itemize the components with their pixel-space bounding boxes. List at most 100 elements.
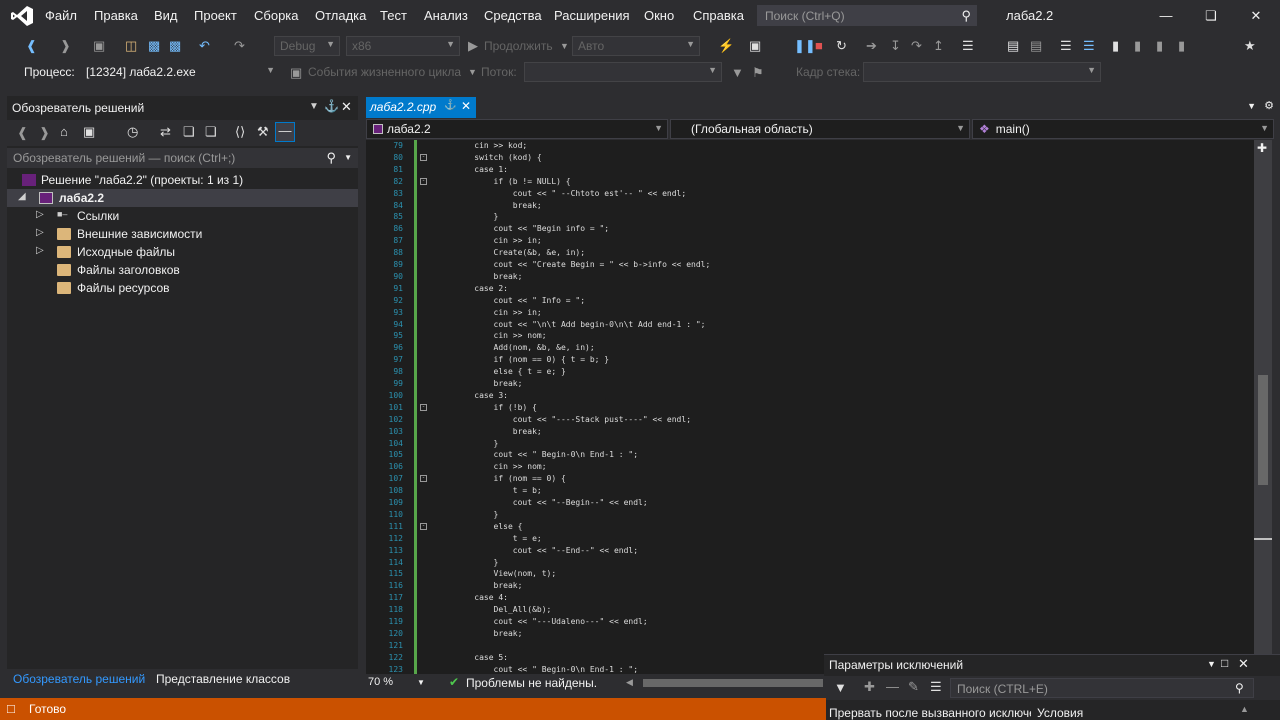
code-text[interactable]: cout << "--End--" << endl; (455, 545, 638, 557)
code-line[interactable]: 107 if (nom == 0) { (366, 473, 1254, 485)
code-line[interactable]: 114 } (366, 557, 1254, 569)
panel-menu-icon[interactable]: ▼ (1207, 659, 1216, 669)
restore-defaults-icon[interactable]: ☰ (930, 679, 942, 695)
code-text[interactable]: cin >> kod; (455, 140, 527, 152)
code-line[interactable]: 91 case 2: (366, 283, 1254, 295)
file-tab-active[interactable]: лаба2.2.cpp ⚓ ✕ (366, 97, 476, 118)
code-line[interactable]: 90 break; (366, 271, 1254, 283)
auto-select[interactable]: Авто ▼ (572, 36, 700, 56)
issues-status[interactable]: Проблемы не найдены. (466, 676, 597, 690)
chevron-down-icon[interactable]: ▼ (417, 678, 425, 687)
code-line[interactable]: 117 case 4: (366, 592, 1254, 604)
tab-close-icon[interactable]: ✕ (461, 99, 471, 113)
new-project-icon[interactable]: ▣ (93, 38, 105, 54)
code-text[interactable]: break; (455, 200, 542, 212)
code-text[interactable]: if (b != NULL) { (455, 176, 571, 188)
maximize-icon[interactable]: □ (1221, 656, 1228, 670)
menu-file[interactable]: Файл (45, 8, 77, 23)
configuration-select[interactable]: Debug ▼ (274, 36, 340, 56)
code-line[interactable]: 95 cin >> nom; (366, 330, 1254, 342)
tab-solution-explorer[interactable]: Обозреватель решений (13, 672, 145, 686)
code-text[interactable]: } (455, 438, 499, 450)
close-icon[interactable]: ✕ (1246, 8, 1266, 24)
tree-header-files[interactable]: Файлы заголовков (7, 261, 358, 279)
restart-icon[interactable]: ↻ (836, 38, 847, 54)
code-text[interactable]: } (455, 211, 499, 223)
menu-build[interactable]: Сборка (254, 8, 299, 23)
code-line[interactable]: 119 cout << "---Udaleno---" << endl; (366, 616, 1254, 628)
code-text[interactable]: case 2: (455, 283, 508, 295)
code-line[interactable]: 93 cin >> in; (366, 307, 1254, 319)
tree-project[interactable]: ◢ лаба2.2 (7, 189, 358, 207)
code-text[interactable]: cout << "---Udaleno---" << endl; (455, 616, 648, 628)
code-text[interactable]: } (455, 509, 499, 521)
project-nav-select[interactable]: лаба2.2 ▼ (366, 119, 668, 139)
menu-analyze[interactable]: Анализ (424, 8, 468, 23)
lifecycle-events-button[interactable]: События жизненного цикла (308, 65, 461, 79)
chevron-down-icon[interactable]: ▼ (344, 153, 352, 162)
code-line[interactable]: 102 cout << "----Stack pust----" << endl… (366, 414, 1254, 426)
code-line[interactable]: 108 t = b; (366, 485, 1254, 497)
vertical-scrollbar-thumb[interactable] (1258, 375, 1268, 485)
code-line[interactable]: 105 cout << " Begin-0\n End-1 : "; (366, 449, 1254, 461)
add-icon[interactable]: ✚ (864, 679, 875, 695)
code-text[interactable]: cout << " Begin-0\n End-1 : "; (455, 449, 639, 461)
code-text[interactable]: case 3: (455, 390, 508, 402)
code-line[interactable]: 82 if (b != NULL) { (366, 176, 1254, 188)
undo-icon[interactable]: ↶ (199, 38, 210, 54)
code-line[interactable]: 116 break; (366, 580, 1254, 592)
code-text[interactable]: if (nom == 0) { t = b; } (455, 354, 610, 366)
code-line[interactable]: 115 View(nom, t); (366, 568, 1254, 580)
code-text[interactable]: cout << " Begin-0\n End-1 : "; (455, 664, 639, 674)
code-text[interactable]: t = b; (455, 485, 542, 497)
code-line[interactable]: 110 } (366, 509, 1254, 521)
menu-project[interactable]: Проект (194, 8, 237, 23)
code-text[interactable]: break; (455, 378, 523, 390)
code-text[interactable]: switch (kod) { (455, 152, 541, 164)
code-line[interactable]: 79 cin >> kod; (366, 140, 1254, 152)
tree-solution[interactable]: Решение "лаба2.2" (проекты: 1 из 1) (7, 171, 358, 189)
code-text[interactable]: else { (455, 521, 523, 533)
code-editor[interactable]: 79 cin >> kod; 80 switch (kod) {81 case 1… (366, 140, 1254, 674)
forward-icon[interactable]: ❱ (60, 38, 71, 54)
code-text[interactable]: if (nom == 0) { (455, 473, 566, 485)
code-line[interactable]: 86 cout << "Begin info = "; (366, 223, 1254, 235)
code-text[interactable]: case 4: (455, 592, 508, 604)
pending-changes-icon[interactable]: ◷ (127, 124, 138, 140)
code-text[interactable]: case 1: (455, 164, 508, 176)
step-over-icon[interactable]: ↷ (911, 38, 922, 54)
clear-bookmarks-icon[interactable]: ▮ (1178, 38, 1185, 54)
code-line[interactable]: 87 cin >> in; (366, 235, 1254, 247)
zoom-level[interactable]: 70 % (368, 676, 393, 688)
filter-icon[interactable]: ▼ (834, 680, 847, 695)
expanded-arrow-icon[interactable]: ◢ (18, 191, 26, 202)
code-text[interactable]: cout << " --Chtoto est'-- " << endl; (455, 188, 686, 200)
code-text[interactable]: View(nom, t); (455, 568, 557, 580)
code-line[interactable]: 94 cout << "\n\t Add begin-0\n\t Add end… (366, 319, 1254, 331)
code-line[interactable]: 120 break; (366, 628, 1254, 640)
code-text[interactable]: cout << "Begin info = "; (455, 223, 610, 235)
code-line[interactable]: 121 (366, 640, 1254, 652)
horizontal-scrollbar-thumb[interactable] (643, 679, 823, 687)
code-line[interactable]: 103 break; (366, 426, 1254, 438)
column-header-break-when-thrown[interactable]: Прервать после вызванного исключения (829, 706, 1031, 720)
code-text[interactable]: Del_All(&b); (455, 604, 552, 616)
collapsed-arrow-icon[interactable]: ▷ (36, 245, 44, 256)
scroll-up-icon[interactable]: ▲ (1240, 704, 1249, 714)
menu-tools[interactable]: Средства (484, 8, 542, 23)
tree-external-deps[interactable]: ▷ Внешние зависимости (7, 225, 358, 243)
pin-icon[interactable]: ⚓ (324, 99, 339, 113)
minimize-icon[interactable]: — (1156, 8, 1176, 23)
step-out-icon[interactable]: ↥ (933, 38, 944, 54)
code-line[interactable]: 101 if (!b) { (366, 402, 1254, 414)
code-line[interactable]: 118 Del_All(&b); (366, 604, 1254, 616)
tree-resource-files[interactable]: Файлы ресурсов (7, 279, 358, 297)
code-text[interactable]: cout << "--Begin--" << endl; (455, 497, 648, 509)
code-line[interactable]: 99 break; (366, 378, 1254, 390)
comment-icon[interactable]: ▤ (1030, 38, 1042, 54)
member-nav-select[interactable]: ❖ main() ▼ (972, 119, 1274, 139)
scope-nav-select[interactable]: (Глобальная область) ▼ (670, 119, 970, 139)
quick-launch-search-input[interactable]: Поиск (Ctrl+Q) ⚲ (757, 5, 977, 26)
code-line[interactable]: 112 t = e; (366, 533, 1254, 545)
code-text[interactable]: cout << "----Stack pust----" << endl; (455, 414, 691, 426)
